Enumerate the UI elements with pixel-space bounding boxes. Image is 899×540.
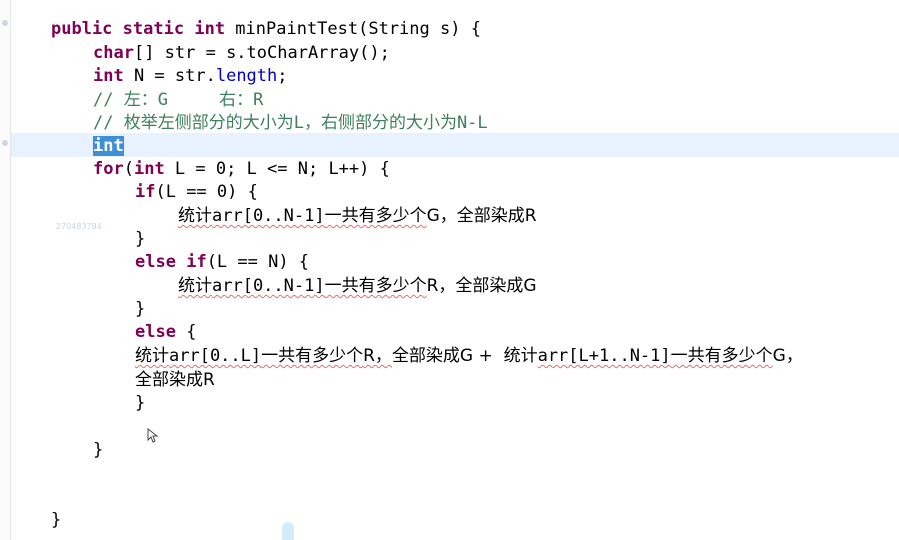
mouse-pointer-icon — [147, 428, 159, 443]
decoration-shape — [282, 522, 294, 540]
comment-line-2[interactable]: // 枚举左侧部分的大小为L，右侧部分的大小为N-L — [93, 112, 488, 134]
editor-gutter — [0, 0, 11, 540]
editor[interactable]: { "editor": { "faint_watermark": "270483… — [0, 0, 899, 540]
code-line-selected[interactable]: int — [93, 135, 124, 157]
code-line-for[interactable]: for(int L = 0; L <= N; L++) { — [93, 158, 390, 180]
current-line-highlight — [11, 133, 899, 157]
code-line-if[interactable]: if(L == 0) { — [135, 181, 258, 203]
code-line-brace[interactable]: } — [51, 509, 61, 531]
comment-line-1[interactable]: // 左：G 右：R — [93, 89, 263, 111]
code-line-stat-3[interactable]: 统计arr[0..L]一共有多少个R，全部染成G + 统计arr[L+1..N-… — [135, 345, 803, 367]
code-line-brace[interactable]: } — [135, 392, 145, 414]
code-line-else-if[interactable]: else if(L == N) { — [135, 251, 309, 273]
gutter-marker — [2, 20, 8, 26]
code-line-2[interactable]: char[] str = s.toCharArray(); — [93, 42, 390, 64]
selected-text[interactable]: int — [93, 136, 124, 156]
faint-watermark: 270483794 — [56, 222, 102, 231]
code-line-else[interactable]: else { — [135, 321, 196, 343]
code-line-stat-1[interactable]: 统计arr[0..N-1]一共有多少个G，全部染成R — [178, 205, 537, 227]
code-line-stat-2[interactable]: 统计arr[0..N-1]一共有多少个R，全部染成G — [178, 275, 537, 297]
code-line-brace[interactable]: } — [135, 228, 145, 250]
code-line-3[interactable]: int N = str.length; — [93, 65, 288, 87]
gutter-marker — [2, 140, 8, 146]
code-line-brace[interactable]: } — [135, 298, 145, 320]
code-line-1[interactable]: public static int minPaintTest(String s)… — [51, 18, 481, 40]
code-line-brace[interactable]: } — [93, 439, 103, 461]
code-line-stat-3-cont[interactable]: 全部染成R — [135, 369, 215, 391]
